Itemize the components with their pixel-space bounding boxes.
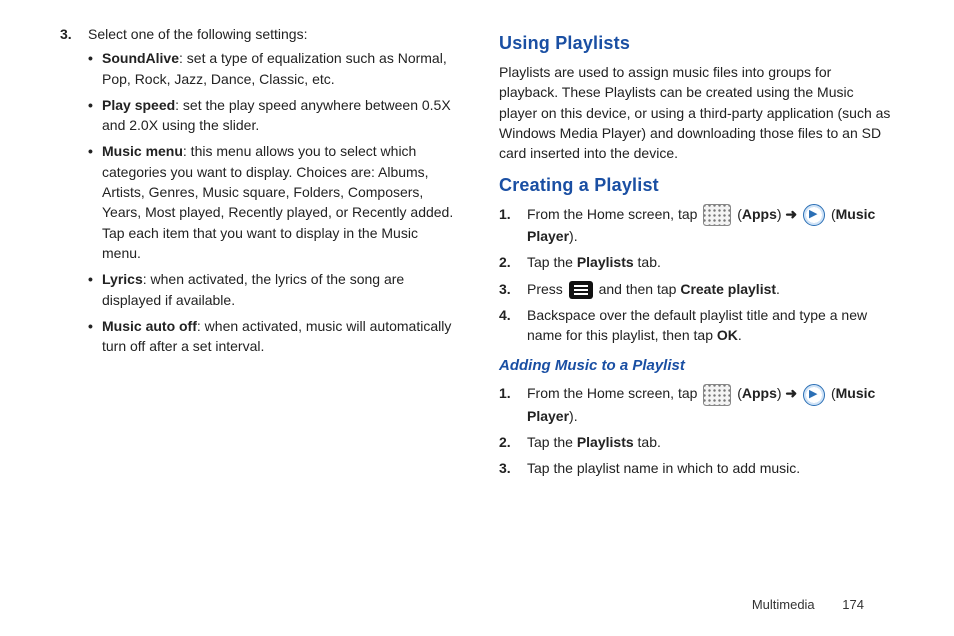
creating-step-2: 2. Tap the Playlists tab. [499,252,894,272]
page-number: 174 [842,597,864,612]
left-column: 3. Select one of the following settings:… [60,24,455,636]
music-player-icon [803,384,825,406]
heading-using-playlists: Using Playlists [499,30,894,56]
arrow-icon: ➜ [785,206,801,222]
step-body: From the Home screen, tap (Apps) ➜ (Musi… [527,383,894,426]
apps-icon [703,384,731,406]
menu-icon [569,281,593,299]
term: Lyrics [102,271,143,287]
setting-music-auto-off: • Music auto off: when activated, music … [88,316,455,357]
bullet-body: Lyrics: when activated, the lyrics of th… [102,269,455,310]
text: Tap the [527,434,577,450]
desc: : this menu allows you to select which c… [102,143,453,260]
page-columns: 3. Select one of the following settings:… [0,0,954,636]
text: ). [569,228,578,244]
bullet-dot: • [88,316,102,357]
right-column: Using Playlists Playlists are used to as… [499,24,894,636]
creating-step-3: 3. Press and then tap Create playlist. [499,279,894,299]
bullet-dot: • [88,95,102,136]
apps-label: Apps [742,206,777,222]
step-body: Tap the Playlists tab. [527,432,894,452]
step-number: 2. [499,432,527,452]
settings-list: • SoundAlive: set a type of equalization… [88,48,455,356]
term: Music menu [102,143,183,159]
term: Music auto off [102,318,197,334]
bold: OK [717,327,738,343]
using-playlists-body: Playlists are used to assign music files… [499,62,894,163]
term: SoundAlive [102,50,179,66]
creating-step-1: 1. From the Home screen, tap (Apps) ➜ (M… [499,204,894,247]
apps-label: Apps [742,385,777,401]
setting-soundalive: • SoundAlive: set a type of equalization… [88,48,455,89]
adding-steps: 1. From the Home screen, tap (Apps) ➜ (M… [499,383,894,478]
text: tab. [634,434,661,450]
step-3: 3. Select one of the following settings: [60,24,455,44]
step-intro: Select one of the following settings: [88,24,455,44]
bullet-body: Play speed: set the play speed anywhere … [102,95,455,136]
term: Play speed [102,97,175,113]
heading-adding-music: Adding Music to a Playlist [499,355,894,377]
text: and then tap [599,281,681,297]
paren: ) [777,385,782,401]
step-body: Tap the Playlists tab. [527,252,894,272]
bold: Create playlist [680,281,776,297]
bullet-body: Music menu: this menu allows you to sele… [102,141,455,263]
text: ). [569,408,578,424]
desc: : when activated, the lyrics of the song… [102,271,404,307]
setting-music-menu: • Music menu: this menu allows you to se… [88,141,455,263]
text: . [738,327,742,343]
text: . [776,281,780,297]
text: Press [527,281,567,297]
text: Backspace over the default playlist titl… [527,307,867,343]
music-player-icon [803,204,825,226]
step-number: 2. [499,252,527,272]
text: From the Home screen, tap [527,385,701,401]
page: 3. Select one of the following settings:… [0,0,954,636]
step-number: 3. [499,279,527,299]
adding-step-2: 2. Tap the Playlists tab. [499,432,894,452]
step-number: 1. [499,383,527,426]
apps-icon [703,204,731,226]
setting-lyrics: • Lyrics: when activated, the lyrics of … [88,269,455,310]
section-name: Multimedia [752,597,815,612]
text: From the Home screen, tap [527,206,701,222]
bullet-dot: • [88,141,102,263]
text: tab. [634,254,661,270]
step-body: Tap the playlist name in which to add mu… [527,458,894,478]
creating-step-4: 4. Backspace over the default playlist t… [499,305,894,346]
bold: Playlists [577,434,634,450]
arrow-icon: ➜ [785,385,801,401]
text: Tap the [527,254,577,270]
setting-play-speed: • Play speed: set the play speed anywher… [88,95,455,136]
step-body: Backspace over the default playlist titl… [527,305,894,346]
paren: ) [777,206,782,222]
bullet-body: Music auto off: when activated, music wi… [102,316,455,357]
step-body: From the Home screen, tap (Apps) ➜ (Musi… [527,204,894,247]
bullet-dot: • [88,269,102,310]
bold: Playlists [577,254,634,270]
bullet-body: SoundAlive: set a type of equalization s… [102,48,455,89]
adding-step-1: 1. From the Home screen, tap (Apps) ➜ (M… [499,383,894,426]
page-footer: Multimedia 174 [752,597,864,612]
step-body: Press and then tap Create playlist. [527,279,894,299]
step-number: 1. [499,204,527,247]
creating-steps: 1. From the Home screen, tap (Apps) ➜ (M… [499,204,894,346]
heading-creating-playlist: Creating a Playlist [499,172,894,198]
bullet-dot: • [88,48,102,89]
step-number: 4. [499,305,527,346]
step-number: 3. [499,458,527,478]
step-number: 3. [60,24,88,44]
adding-step-3: 3. Tap the playlist name in which to add… [499,458,894,478]
